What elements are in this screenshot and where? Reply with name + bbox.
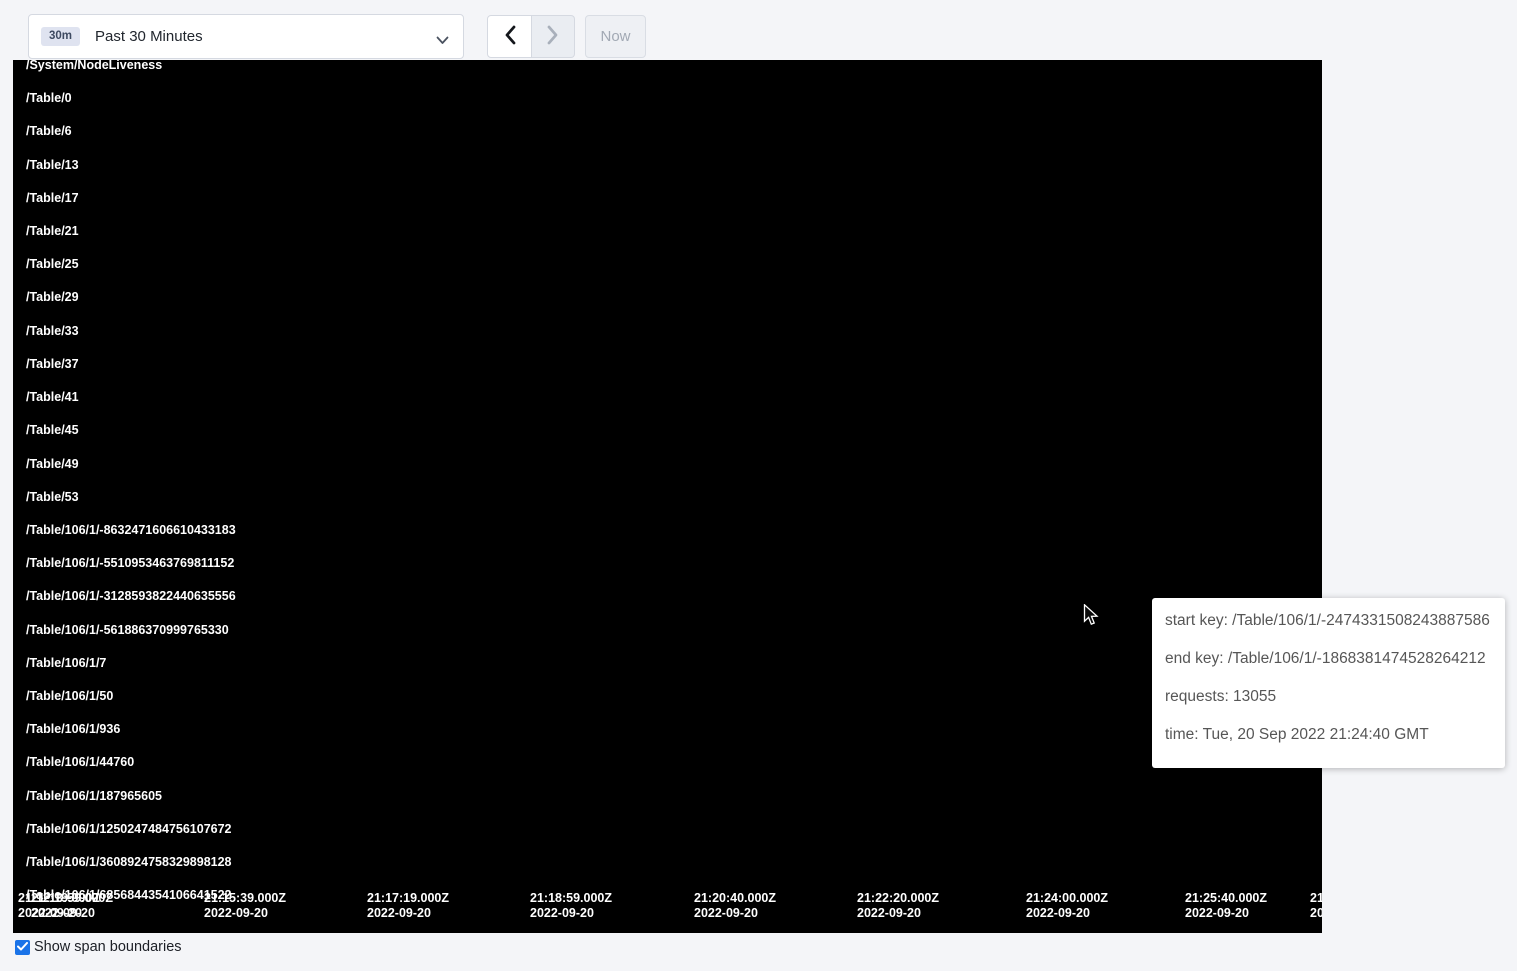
time-range-badge: 30m (41, 27, 80, 47)
time-range-select[interactable]: 30m Past 30 Minutes (28, 14, 464, 59)
now-button[interactable]: Now (585, 15, 646, 58)
tooltip-start-key: start key: /Table/106/1/-247433150824388… (1165, 612, 1489, 630)
show-span-boundaries-checkbox[interactable] (15, 940, 30, 955)
tooltip-end-key: end key: /Table/106/1/-18683814745282642… (1165, 650, 1489, 668)
span-tooltip: start key: /Table/106/1/-247433150824388… (1152, 598, 1505, 768)
heatmap-canvas[interactable] (13, 60, 1322, 933)
tooltip-time: time: Tue, 20 Sep 2022 21:24:40 GMT (1165, 726, 1489, 744)
prev-time-button[interactable] (487, 15, 532, 58)
chevron-right-icon (547, 25, 559, 48)
tooltip-requests: requests: 13055 (1165, 688, 1489, 706)
key-visualizer-heatmap[interactable]: /System/NodeLiveness/Table/0/Table/6/Tab… (13, 60, 1322, 933)
time-range-label: Past 30 Minutes (95, 28, 203, 45)
chevron-left-icon (504, 25, 516, 48)
next-time-button[interactable] (532, 15, 575, 58)
footer: Show span boundaries (15, 939, 182, 955)
time-nav-group (487, 15, 575, 58)
check-icon (17, 938, 28, 956)
show-span-boundaries-label: Show span boundaries (34, 939, 182, 955)
chevron-down-icon (436, 32, 449, 50)
toolbar: 30m Past 30 Minutes Now (0, 0, 1517, 60)
